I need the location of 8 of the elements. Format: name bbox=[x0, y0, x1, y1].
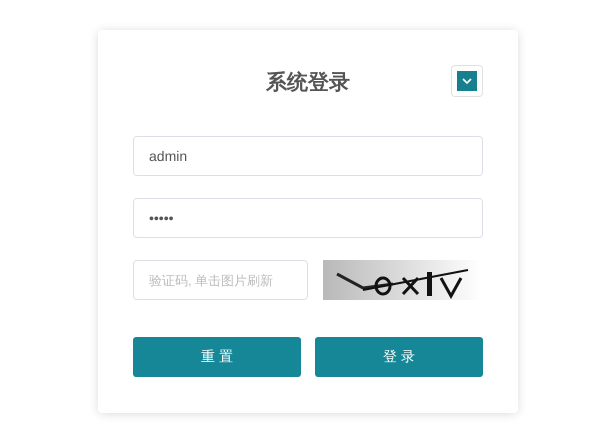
input-field[interactable]: admin bbox=[133, 136, 483, 176]
chevron-down-icon bbox=[462, 78, 472, 84]
dropdown-button[interactable] bbox=[451, 65, 483, 97]
form-button[interactable]: 登 录 bbox=[315, 337, 483, 377]
login-title: 系统登录 bbox=[266, 70, 350, 96]
form-button[interactable]: 重 置 bbox=[133, 337, 301, 377]
captcha-field[interactable]: 验证码, 单击图片刷新 bbox=[133, 260, 308, 300]
input-field[interactable]: ••••• bbox=[133, 198, 483, 238]
